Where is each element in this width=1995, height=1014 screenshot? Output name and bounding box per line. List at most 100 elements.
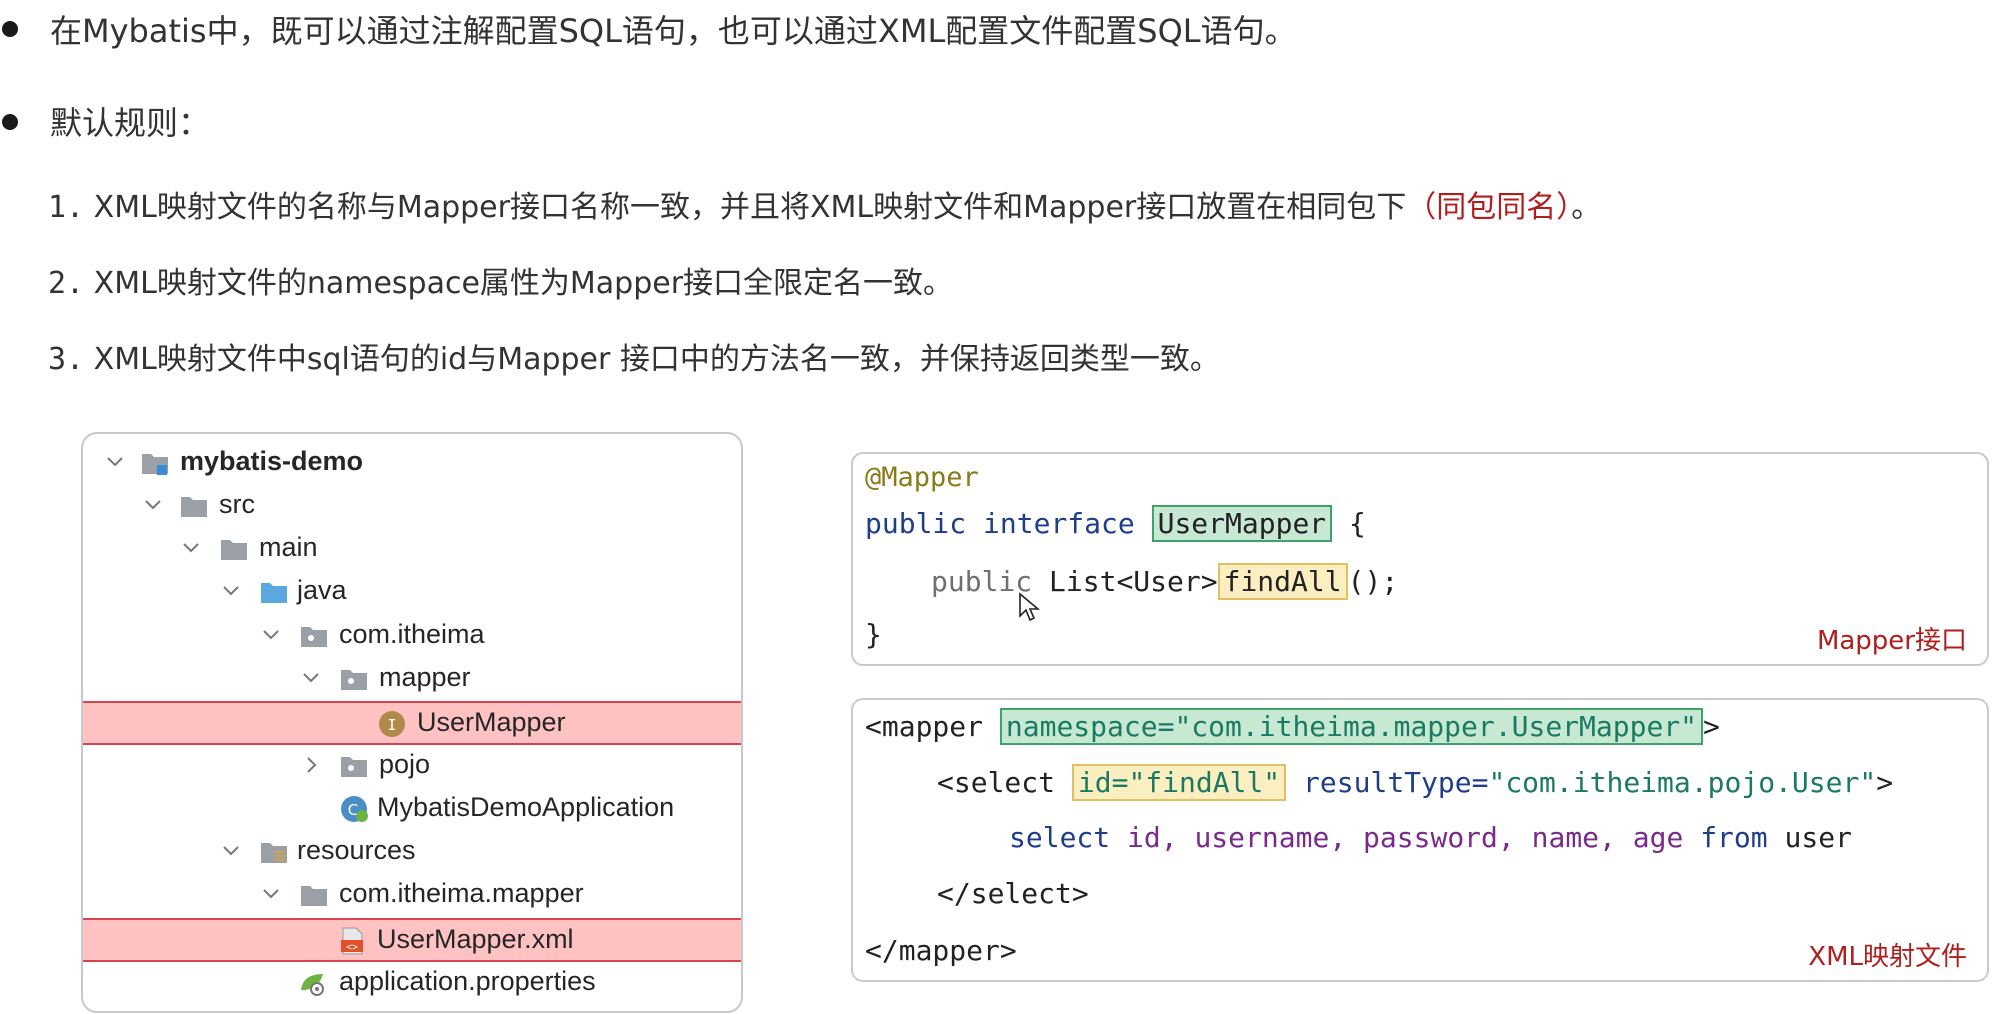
chevron-right-icon[interactable]: [299, 753, 323, 777]
tree-item-com-itheima-mapper[interactable]: com.itheima.mapper: [83, 874, 741, 918]
chevron-down-icon[interactable]: [103, 450, 127, 474]
select-open: <select: [937, 766, 1056, 799]
tree-item-user-mapper-xml[interactable]: <> UserMapper.xml: [83, 918, 741, 962]
tree-item-main[interactable]: main: [83, 528, 741, 572]
rule-number: 1.: [48, 190, 85, 225]
sql-column-age: age: [1632, 821, 1684, 854]
annotation-mapper: @Mapper: [865, 462, 979, 493]
mapper-open-tag: <mapper namespace="com.itheima.mapper.Us…: [865, 708, 1720, 745]
select-close-tag: </select>: [937, 877, 1089, 910]
bullet-dot: [2, 114, 18, 130]
xml-file-icon: <>: [341, 927, 363, 955]
mapper-close-tag: </mapper>: [865, 934, 1017, 967]
intro-line-2: 默认规则：: [50, 104, 211, 142]
keyword-interface: interface: [983, 507, 1135, 540]
tree-item-application-properties[interactable]: application.properties: [83, 962, 741, 1006]
tree-label: pojo: [379, 749, 431, 779]
intro-line-1: 在Mybatis中，既可以通过注解配置SQL语句，也可以通过XML配置文件配置S…: [50, 12, 1297, 50]
tree-item-mybatis-demo-application[interactable]: C MybatisDemoApplication: [83, 788, 741, 832]
chevron-down-icon[interactable]: [219, 579, 243, 603]
chevron-down-icon[interactable]: [141, 493, 165, 517]
method-return-type: List<User>: [1049, 565, 1218, 598]
rule-highlight: （同包同名）: [1406, 190, 1572, 225]
tree-label: mapper: [379, 662, 471, 692]
keyword-public: public: [865, 507, 967, 540]
sql-statement: select id, username, password, name, age…: [1009, 821, 1852, 854]
package-icon: [341, 670, 367, 690]
select-id-highlight: id="findAll": [1071, 764, 1287, 801]
rule-tail: 。: [1571, 190, 1602, 225]
sql-column-username: username,: [1194, 821, 1347, 854]
tree-item-mapper[interactable]: mapper: [83, 658, 741, 702]
tree-label: UserMapper: [417, 707, 566, 737]
chevron-down-icon[interactable]: [219, 839, 243, 863]
method-tail: ();: [1347, 565, 1399, 598]
tree-label: com.itheima.mapper: [339, 878, 584, 908]
properties-file-icon: [301, 974, 324, 996]
chevron-down-icon[interactable]: [179, 536, 203, 560]
spring-class-icon: C: [341, 796, 368, 822]
mouse-cursor-icon: [1019, 592, 1040, 622]
bullet-dot: [2, 21, 18, 37]
method-name-highlight: findAll: [1217, 563, 1348, 600]
rule-1: 1. XML映射文件的名称与Mapper接口名称一致，并且将XML映射文件和Ma…: [48, 182, 1601, 226]
tree-label: application.properties: [339, 966, 596, 996]
sql-keyword-from: from: [1700, 821, 1768, 854]
rule-3: 3. XML映射文件中sql语句的id与Mapper 接口中的方法名一致，并保持…: [48, 334, 1220, 378]
sql-column-name: name,: [1531, 821, 1616, 854]
chevron-down-icon[interactable]: [259, 882, 283, 906]
interface-declaration: public interface UserMapper {: [865, 505, 1366, 542]
interface-name-highlight: UserMapper: [1151, 505, 1333, 542]
sql-table-user: user: [1784, 821, 1852, 854]
project-tree-panel: mybatis-demo src main java com.itheima m…: [81, 432, 743, 1013]
mapper-interface-caption: Mapper接口: [1816, 626, 1967, 656]
folder-icon: [301, 886, 327, 906]
tree-item-com-itheima[interactable]: com.itheima: [83, 615, 741, 659]
interface-icon: I: [379, 711, 405, 737]
rule-text: XML映射文件中sql语句的id与Mapper 接口中的方法名一致，并保持返回类…: [93, 342, 1220, 377]
method-modifier: public: [931, 565, 1033, 598]
mapper-interface-panel: @Mapper public interface UserMapper { pu…: [851, 452, 1989, 666]
result-type-value: "com.itheima.pojo.User": [1488, 766, 1877, 799]
close-brace: }: [865, 618, 882, 651]
rule-number: 3.: [48, 342, 85, 377]
namespace-attribute-highlight: namespace="com.itheima.mapper.UserMapper…: [999, 708, 1704, 745]
tree-label: com.itheima: [339, 619, 485, 649]
xml-mapper-caption: XML映射文件: [1808, 942, 1967, 972]
tree-label: UserMapper.xml: [377, 924, 574, 954]
result-type-key: resultType=: [1303, 766, 1489, 799]
package-icon: [301, 627, 327, 647]
module-folder-icon: [142, 454, 168, 475]
svg-text:<>: <>: [346, 942, 358, 953]
tree-item-user-mapper[interactable]: I UserMapper: [83, 701, 741, 745]
tree-item-resources[interactable]: resources: [83, 831, 741, 875]
chevron-down-icon[interactable]: [299, 666, 323, 690]
open-brace: {: [1349, 507, 1366, 540]
method-declaration: public List<User> findAll ();: [931, 563, 1399, 600]
tree-label: mybatis-demo: [180, 446, 364, 476]
tree-label: resources: [297, 835, 416, 865]
tree-item-src[interactable]: src: [83, 485, 741, 529]
rule-number: 2.: [48, 266, 85, 301]
sql-column-password: password,: [1363, 821, 1515, 854]
select-open-tag: <select id="findAll" resultType="com.ith…: [937, 764, 1894, 801]
mapper-open-end: >: [1703, 710, 1720, 743]
tree-label: main: [259, 532, 318, 562]
resources-folder-icon: [261, 843, 287, 863]
rule-text: XML映射文件的名称与Mapper接口名称一致，并且将XML映射文件和Mappe…: [93, 190, 1407, 225]
package-icon: [341, 757, 367, 777]
tree-item-mybatis-demo[interactable]: mybatis-demo: [83, 442, 741, 486]
source-folder-icon: [261, 583, 287, 603]
rule-2: 2. XML映射文件的namespace属性为Mapper接口全限定名一致。: [48, 258, 953, 302]
folder-icon: [181, 497, 207, 517]
sql-column-id: id,: [1127, 821, 1178, 854]
chevron-down-icon[interactable]: [259, 623, 283, 647]
select-open-end: >: [1876, 766, 1894, 799]
sql-keyword-select: select: [1009, 821, 1111, 854]
tree-item-java[interactable]: java: [83, 571, 741, 615]
mapper-open: <mapper: [865, 710, 984, 743]
xml-mapper-panel: <mapper namespace="com.itheima.mapper.Us…: [851, 698, 1989, 982]
tree-item-pojo[interactable]: pojo: [83, 745, 741, 789]
tree-label: MybatisDemoApplication: [377, 792, 675, 822]
svg-text:I: I: [387, 716, 396, 734]
